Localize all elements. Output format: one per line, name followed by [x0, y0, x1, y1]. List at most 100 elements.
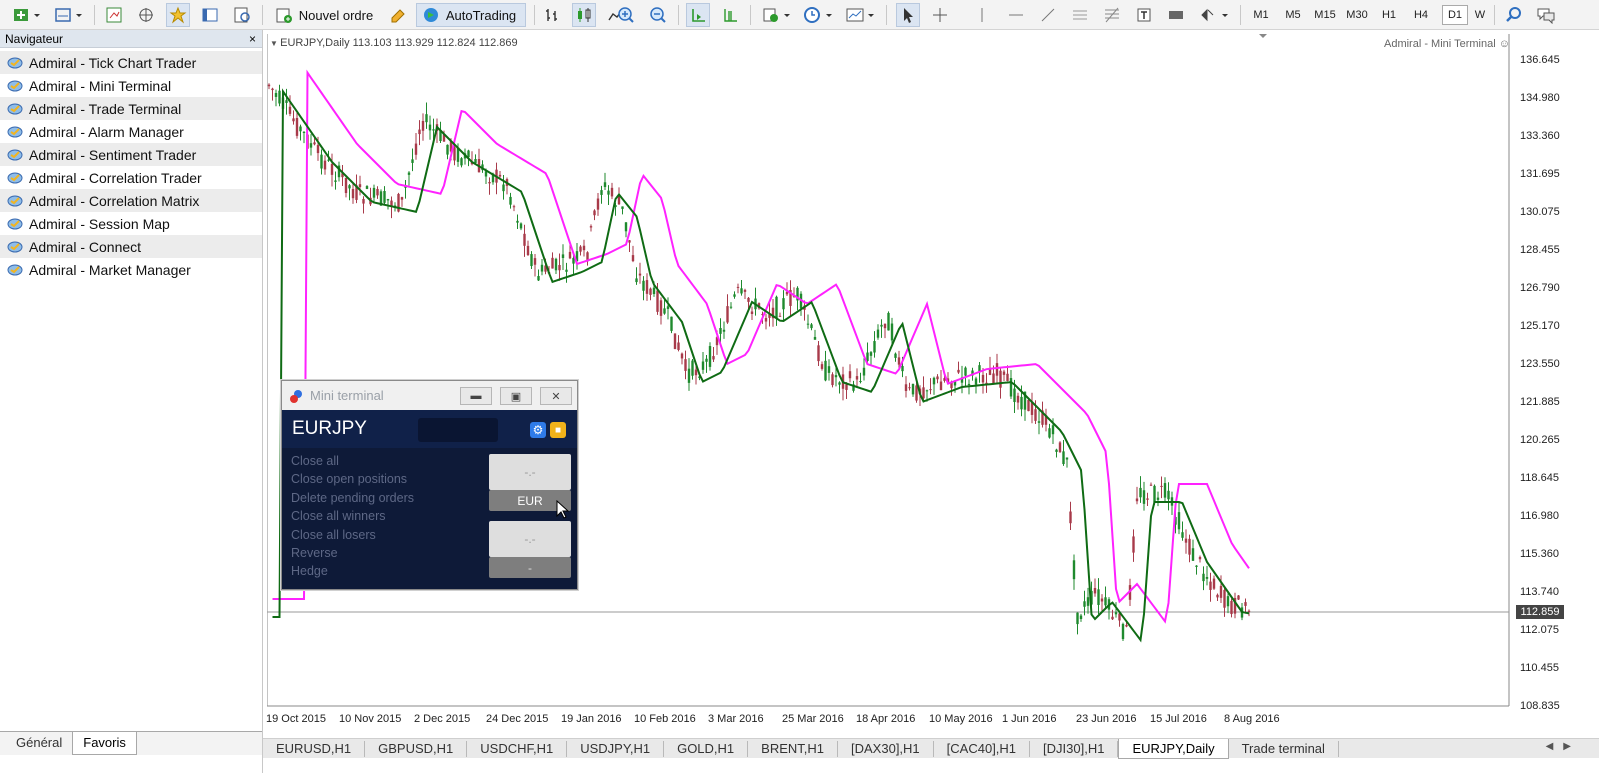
metaeditor-icon[interactable]	[386, 3, 410, 27]
candle-body	[701, 361, 705, 370]
mini-terminal-titlebar[interactable]: Mini terminal ▬ ▣ ✕	[282, 381, 577, 410]
bar-chart-icon[interactable]	[540, 3, 564, 27]
close-all-losers-action[interactable]: Close all losers	[291, 526, 414, 544]
delete-pending-orders-action[interactable]: Delete pending orders	[291, 489, 414, 507]
chart-tab-gold[interactable]: GOLD,H1	[664, 741, 749, 757]
expert-advisor-icon	[7, 195, 23, 206]
timeframe-d1[interactable]: D1	[1442, 5, 1468, 25]
equidistant-channel-icon[interactable]	[1068, 3, 1092, 27]
hedge-action[interactable]: Hedge	[291, 562, 414, 580]
candle-body	[428, 124, 432, 131]
candle-body	[887, 312, 890, 331]
autotrading-button[interactable]: AutoTrading	[416, 3, 526, 27]
candle-body	[537, 276, 540, 281]
close-open-positions-action[interactable]: Close open positions	[291, 470, 414, 488]
tab-scroll-arrows[interactable]: ◀▶	[1546, 741, 1581, 752]
zoom-out-icon[interactable]	[646, 3, 670, 27]
volume-button[interactable]: -	[489, 557, 571, 578]
templates-icon[interactable]	[842, 3, 878, 27]
gear-icon[interactable]: ⚙	[530, 422, 546, 438]
candle-body	[274, 92, 278, 97]
navigator-item-mini-terminal[interactable]: Admiral - Mini Terminal	[0, 74, 262, 97]
chart-tab-trade-terminal[interactable]: Trade terminal	[1229, 741, 1339, 757]
minimize-button[interactable]: ▬	[460, 387, 492, 405]
navigator-item-market-manager[interactable]: Admiral - Market Manager	[0, 258, 262, 281]
chat-icon[interactable]	[1534, 3, 1558, 27]
close-all-winners-action[interactable]: Close all winners	[291, 507, 414, 525]
indicators-icon[interactable]	[758, 3, 794, 27]
candle-body	[313, 142, 316, 145]
timeframe-m15[interactable]: M15	[1312, 5, 1338, 25]
candle-body	[579, 246, 582, 252]
navigator-item-label: Admiral - Market Manager	[29, 261, 191, 278]
strategy-tester-icon[interactable]	[230, 3, 254, 27]
chart-tab-usdchf[interactable]: USDCHF,H1	[467, 741, 568, 757]
chart-tab-eurjpy[interactable]: EURJPY,Daily	[1118, 739, 1229, 759]
navigator-item-trade-terminal[interactable]: Admiral - Trade Terminal	[0, 97, 262, 120]
navigator-item-sentiment-trader[interactable]: Admiral - Sentiment Trader	[0, 143, 262, 166]
navigator-item-alarm-manager[interactable]: Admiral - Alarm Manager	[0, 120, 262, 143]
candle-body	[1146, 498, 1149, 500]
timeframe-m1[interactable]: M1	[1248, 5, 1274, 25]
data-window-icon[interactable]	[134, 3, 158, 27]
navigator-icon[interactable]	[166, 3, 190, 27]
lot-size-field[interactable]	[418, 418, 498, 442]
candle-body	[533, 258, 537, 265]
chart-tab-gbpusd[interactable]: GBPUSD,H1	[365, 741, 468, 757]
timeframe-w[interactable]: W	[1472, 5, 1488, 25]
reverse-action[interactable]: Reverse	[291, 544, 414, 562]
main-toolbar: Nouvel ordre AutoTrading M1 M5 M15 M30 H…	[0, 0, 1599, 30]
chart-tab-usdjpy[interactable]: USDJPY,H1	[567, 741, 665, 757]
chart-dropdown-icon[interactable]: ▼	[270, 39, 280, 48]
terminal-icon[interactable]	[198, 3, 222, 27]
label-tool-icon[interactable]	[1164, 3, 1188, 27]
navigator-item-label: Admiral - Mini Terminal	[29, 77, 172, 94]
horizontal-line-icon[interactable]	[1004, 3, 1028, 27]
timeframe-m30[interactable]: M30	[1344, 5, 1370, 25]
navigator-item-session-map[interactable]: Admiral - Session Map	[0, 212, 262, 235]
fibonacci-icon[interactable]	[1100, 3, 1124, 27]
arrows-tool-icon[interactable]	[1196, 3, 1232, 27]
cursor-tool-icon[interactable]	[896, 3, 920, 27]
timeframe-m5[interactable]: M5	[1280, 5, 1306, 25]
navigator-item-correlation-matrix[interactable]: Admiral - Correlation Matrix	[0, 189, 262, 212]
chart-tab-cac40[interactable]: [CAC40],H1	[934, 741, 1031, 757]
close-all-action[interactable]: Close all	[291, 452, 414, 470]
new-chart-icon[interactable]	[8, 3, 44, 27]
candle-body	[806, 323, 810, 325]
chart-tab-eurusd[interactable]: EURUSD,H1	[263, 741, 366, 757]
vertical-line-icon[interactable]	[970, 3, 994, 27]
close-button[interactable]: ✕	[540, 387, 572, 405]
close-icon[interactable]: ×	[249, 30, 256, 48]
market-watch-icon[interactable]	[102, 3, 126, 27]
profiles-icon[interactable]	[50, 3, 86, 27]
crosshair-icon[interactable]	[928, 3, 952, 27]
settings-cube-icon[interactable]: ■	[550, 422, 566, 438]
buy-price-button[interactable]: -.-	[489, 454, 571, 490]
candlestick-chart-icon[interactable]	[572, 3, 596, 27]
navigator-item-tick-chart-trader[interactable]: Admiral - Tick Chart Trader	[0, 51, 262, 74]
chart-tab-dax30[interactable]: [DAX30],H1	[838, 741, 934, 757]
sell-price-button[interactable]: -.-	[489, 521, 571, 557]
tab-favoris[interactable]: Favoris	[72, 732, 137, 755]
candle-body	[1027, 399, 1030, 412]
timeframe-h1[interactable]: H1	[1376, 5, 1402, 25]
navigator-item-correlation-trader[interactable]: Admiral - Correlation Trader	[0, 166, 262, 189]
auto-scroll-icon[interactable]	[686, 3, 710, 27]
new-order-button[interactable]: Nouvel ordre	[270, 3, 382, 27]
zoom-in-icon[interactable]	[614, 3, 638, 27]
candle-body	[624, 222, 628, 232]
trendline-icon[interactable]	[1036, 3, 1060, 27]
text-tool-icon[interactable]	[1132, 3, 1156, 27]
chart-tab-brent[interactable]: BRENT,H1	[748, 741, 839, 757]
chart-shift-icon[interactable]	[718, 3, 742, 27]
navigator-item-label: Admiral - Sentiment Trader	[29, 146, 197, 163]
search-icon[interactable]	[1502, 3, 1526, 27]
maximize-button[interactable]: ▣	[500, 387, 532, 405]
candle-body	[1037, 421, 1041, 423]
navigator-item-connect[interactable]: Admiral - Connect	[0, 235, 262, 258]
tab-general[interactable]: Général	[6, 732, 72, 755]
chart-tab-dji30[interactable]: [DJI30],H1	[1030, 741, 1119, 757]
timeframe-h4[interactable]: H4	[1408, 5, 1434, 25]
periods-icon[interactable]	[800, 3, 836, 27]
